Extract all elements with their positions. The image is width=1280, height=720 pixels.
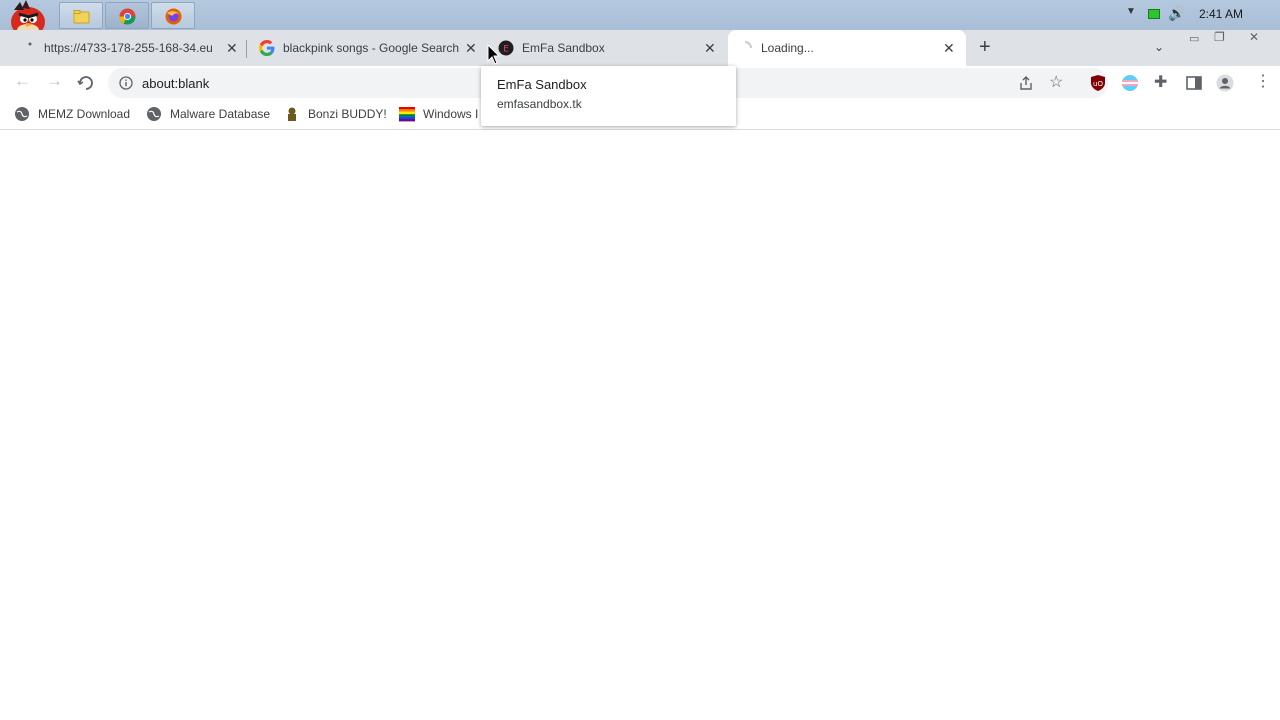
globe-icon	[15, 107, 29, 121]
extensions-icon[interactable]: ✚	[1154, 72, 1167, 92]
tab-close-icon[interactable]: ✕	[943, 40, 955, 57]
url-text: about:blank	[142, 76, 210, 91]
taskbar: ▼ 🔊 2:41 AM	[0, 0, 1280, 37]
bookmark-label: Bonzi BUDDY!	[308, 107, 387, 121]
folder-icon	[73, 10, 90, 24]
rainbow-flag-icon	[399, 107, 415, 122]
chrome-icon	[119, 8, 136, 25]
tab-strip: https://4733-178-255-168-34.eu ✕ blackpi…	[0, 30, 1280, 66]
back-icon[interactable]: ←	[14, 71, 31, 91]
tab-hover-card: EmFa Sandbox emfasandbox.tk	[481, 66, 736, 126]
taskbar-firefox-button[interactable]	[151, 2, 195, 29]
tab-title: Loading...	[761, 41, 814, 55]
bookmark-memz-download[interactable]: MEMZ Download	[14, 106, 130, 122]
clock[interactable]: 2:41 AM	[1199, 7, 1243, 21]
battery-icon[interactable]	[1148, 9, 1160, 19]
bookmark-label: Malware Database	[170, 107, 271, 121]
menu-kebab-icon[interactable]: ⋮	[1255, 71, 1271, 91]
window-close-icon[interactable]: ✕	[1249, 30, 1259, 44]
tab-separator	[246, 40, 247, 58]
svg-text:E: E	[503, 45, 509, 55]
info-icon[interactable]	[119, 76, 133, 90]
minimize-icon[interactable]: ▭	[1189, 32, 1199, 45]
bookmark-star-icon[interactable]: ☆	[1049, 72, 1063, 92]
tab-close-icon[interactable]: ✕	[704, 40, 716, 57]
bookmark-bonzi-buddy[interactable]: Bonzi BUDDY!	[284, 106, 387, 122]
google-icon	[259, 40, 275, 56]
stop-loading-icon[interactable]	[77, 74, 95, 92]
side-panel-icon[interactable]	[1185, 74, 1203, 92]
bookmark-label: Windows I	[423, 107, 479, 121]
page-content	[0, 131, 1280, 720]
profile-avatar-icon[interactable]	[1216, 74, 1234, 92]
new-tab-button[interactable]: +	[979, 36, 991, 59]
tab-close-icon[interactable]: ✕	[465, 40, 477, 57]
bookmark-windows[interactable]: Windows I	[399, 106, 478, 122]
taskbar-chrome-button[interactable]	[105, 2, 149, 29]
bookmark-label: MEMZ Download	[38, 107, 131, 121]
tab-title: https://4733-178-255-168-34.eu	[44, 41, 213, 55]
bookmark-malware-database[interactable]: Malware Database	[146, 106, 270, 122]
spinner-icon	[744, 41, 752, 49]
system-tray: ▼ 🔊 2:41 AM	[1120, 0, 1280, 30]
taskbar-folder-button[interactable]	[59, 2, 103, 29]
volume-icon[interactable]: 🔊	[1168, 5, 1185, 22]
share-icon[interactable]	[1018, 75, 1034, 91]
tab-1[interactable]: https://4733-178-255-168-34.eu ✕	[0, 30, 246, 66]
svg-text:uO: uO	[1093, 80, 1103, 88]
forward-icon[interactable]: →	[46, 71, 63, 91]
tab-close-icon[interactable]: ✕	[226, 40, 238, 57]
tab-3[interactable]: E EmFa Sandbox ✕	[488, 30, 726, 66]
globe-icon	[28, 42, 32, 46]
tab-4-active[interactable]: Loading... ✕	[728, 30, 966, 66]
tab-title: blackpink songs - Google Search	[283, 41, 460, 55]
hover-card-domain: emfasandbox.tk	[497, 97, 582, 111]
ublock-icon[interactable]: uO	[1089, 74, 1107, 92]
restore-icon[interactable]: ❐	[1214, 30, 1225, 44]
mouse-cursor-icon	[487, 44, 501, 65]
hover-card-title: EmFa Sandbox	[497, 77, 587, 92]
bonzi-icon	[288, 107, 296, 121]
globe-icon	[147, 107, 161, 121]
tab-2[interactable]: blackpink songs - Google Search ✕	[248, 30, 484, 66]
tray-expand-icon[interactable]: ▼	[1126, 6, 1136, 17]
firefox-icon	[165, 8, 182, 25]
tab-search-icon[interactable]: ⌄	[1154, 40, 1164, 54]
tab-title: EmFa Sandbox	[522, 41, 605, 55]
pride-flag-extension-icon[interactable]	[1121, 74, 1139, 92]
